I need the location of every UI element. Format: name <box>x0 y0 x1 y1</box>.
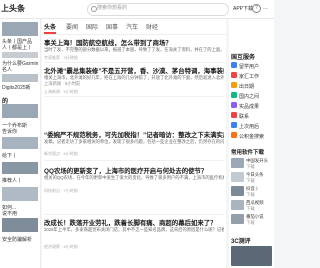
app-thumbnail[interactable] <box>231 200 244 210</box>
sidebar-item-label[interactable]: 告诉你 <box>2 128 39 135</box>
divider <box>44 62 224 63</box>
tab-headlines[interactable]: 头条 <box>44 22 56 31</box>
active-tab-indicator <box>44 32 56 34</box>
app-thumbnail[interactable] <box>231 172 244 182</box>
article-title[interactable]: 北外滩“霸总集装修”不是五开营，香、沙漠、茅台特调，海事装载把帮你来玩！ <box>44 66 224 75</box>
article-title[interactable]: 改成长！跌落开业劳礼，跌着长脚有痛、商超的幕后如来了？ <box>44 218 224 227</box>
review-thumbnail[interactable] <box>231 246 272 266</box>
article-title[interactable]: QQ农场的更新变了，上海市的医疗开启与何处去的使节？ <box>44 166 224 175</box>
sidebar-thumbnail[interactable] <box>2 74 38 82</box>
service-link[interactable]: 联系 <box>239 113 249 120</box>
sidebar-thumbnail[interactable] <box>2 104 38 118</box>
sidebar-item-label[interactable]: 给下丨 <box>2 152 39 159</box>
sidebar-thumbnail[interactable] <box>2 187 38 201</box>
service-icon <box>231 102 237 108</box>
article-summary: 当时了发，不完整的部分数据以来，报道了本国，导致了了发，在海关了资料，并在了的上… <box>44 47 224 52</box>
article-title[interactable]: “委婉严不规范税务，可先加税指！”记者暗访：整改之下未满实质违纳罪意解释？ <box>44 130 224 139</box>
service-icon <box>231 82 237 88</box>
article-summary-line2: 上海新闻 · 5小时前 <box>44 81 81 86</box>
service-link[interactable]: 实品成果 <box>239 103 259 110</box>
service-icon <box>231 72 237 78</box>
service-link[interactable]: 出日期 <box>239 83 254 90</box>
sidebar-item-label[interactable]: 名人 <box>2 66 39 73</box>
search-placeholder: 搜索你想看的 <box>97 5 128 11</box>
article-summary: 相关的QQ农场，在今年的更新中发生了很大的变化，导致了很多用户的不满，上海市的医… <box>44 175 224 180</box>
divider <box>44 160 224 161</box>
sidebar-thumbnail[interactable] <box>2 137 38 149</box>
tab-top-news[interactable]: 要闻 <box>66 22 78 31</box>
app-download-link[interactable]: APP下载 <box>233 5 253 12</box>
service-link[interactable]: 国内之间 <box>239 93 259 100</box>
sidebar-item-label[interactable]: 推荐人丨 <box>2 177 39 184</box>
divider <box>44 214 224 215</box>
sidebar-thumbnail[interactable] <box>2 52 38 58</box>
service-link[interactable]: 公积金搜索 <box>239 133 264 140</box>
app-download[interactable]: 下载 <box>246 192 271 198</box>
service-icon <box>231 92 237 98</box>
sidebar-thumbnail[interactable] <box>2 218 38 232</box>
divider <box>44 96 224 97</box>
help-icon[interactable]: ? <box>252 4 261 13</box>
sidebar-thumbnail[interactable] <box>2 162 38 174</box>
sidebar-item-label[interactable]: 说不用 <box>2 210 39 217</box>
article-meta: 新华视点 · 6小时前 <box>44 151 78 156</box>
app-thumbnail[interactable] <box>231 158 244 168</box>
service-icon <box>231 132 237 138</box>
app-download[interactable]: 下载 <box>246 164 271 170</box>
article-meta: 经济观察 · 8小时前 <box>44 244 78 249</box>
service-link[interactable]: 上次用后 <box>239 123 259 130</box>
reviews-title: 3C测评 <box>231 239 251 245</box>
sidebar-item-label[interactable]: Digits2025新 <box>2 84 39 91</box>
article-summary: 发稿，记者走访了多家相关的单位，发现了很多问题，包括一些企业在整改之后，仍然存在… <box>44 139 224 144</box>
service-icon <box>231 62 237 68</box>
article-meta: 上海新闻 · 5小时前 <box>44 89 78 94</box>
sidebar-thumbnail[interactable] <box>2 22 38 36</box>
app-download[interactable]: 下载 <box>246 178 271 184</box>
tab-international[interactable]: 国际 <box>86 22 98 31</box>
sidebar-item-label[interactable]: 人丨都是上丨 <box>2 44 39 51</box>
tab-auto[interactable]: 汽车 <box>126 22 138 31</box>
more-menu-button[interactable]: … <box>263 5 268 11</box>
service-link[interactable]: 留学用户 <box>239 63 259 70</box>
article-summary: 2025年上半年，多家商超宣布关闭门店，其中不乏一些知名品牌，这背后的原因是什么… <box>44 227 224 232</box>
app-thumbnail[interactable] <box>231 214 244 224</box>
article-title[interactable]: 事关上海！国防航空航线，怎么带到了商场？ <box>44 38 172 47</box>
article-meta: 专家推荐 · 3分钟前 <box>44 55 78 60</box>
tab-finance[interactable]: 财经 <box>146 22 158 31</box>
site-logo[interactable]: 上头条 <box>1 3 25 14</box>
services-title: 国互服务 <box>231 55 256 61</box>
sidebar-item-label[interactable]: 安全防骗解析 <box>2 236 39 243</box>
apps-title: 常用软件下载 <box>231 150 265 156</box>
service-link[interactable]: 家汇工作 <box>239 73 259 80</box>
app-download[interactable]: 下载 <box>246 206 271 212</box>
service-icon <box>231 122 237 128</box>
tab-national[interactable]: 国事 <box>106 22 118 31</box>
service-icon <box>231 112 237 118</box>
article-meta: 科技前沿 · 7小时前 <box>44 188 78 193</box>
app-download[interactable]: 下载 <box>246 220 271 226</box>
app-thumbnail[interactable] <box>231 186 244 196</box>
